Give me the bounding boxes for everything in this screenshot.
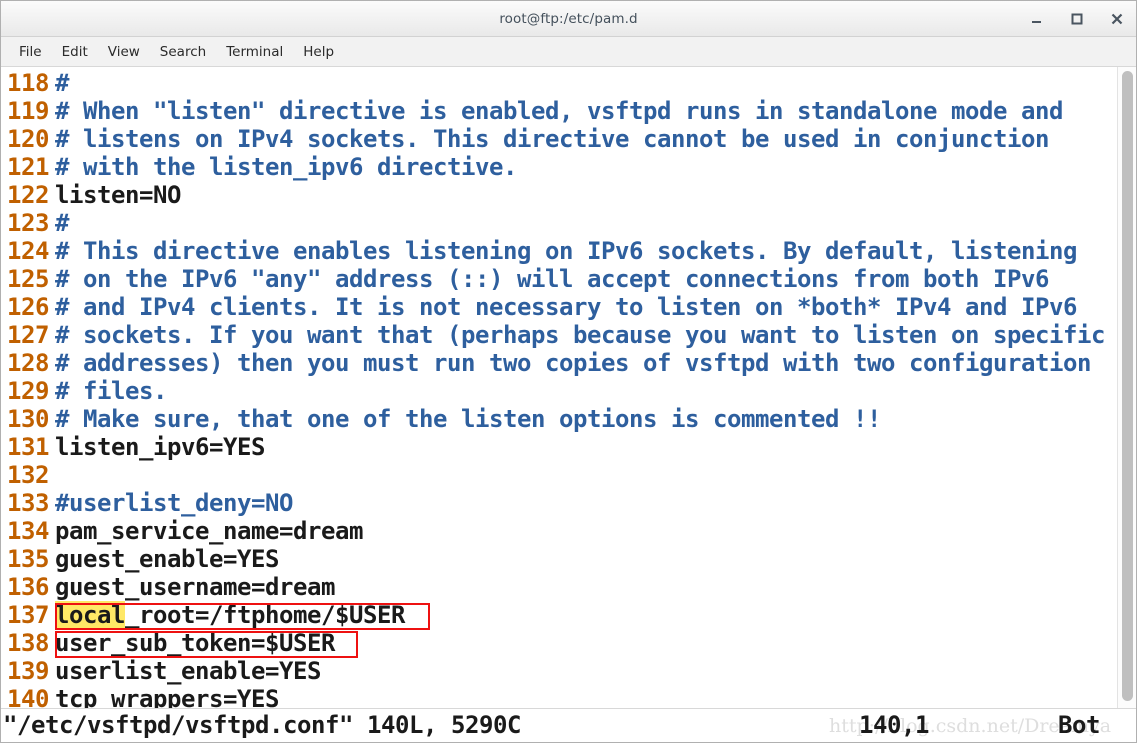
- terminal-body[interactable]: 118 #119 # When "listen" directive is enab…: [1, 67, 1136, 708]
- line-number: 137: [7, 601, 49, 629]
- line-text: tcp_wrappers=YES: [55, 685, 279, 708]
- editor-line: 128 # addresses) then you must run two co…: [1, 349, 1105, 377]
- menu-item-edit[interactable]: Edit: [52, 41, 98, 63]
- editor-line: 136 guest_username=dream: [1, 573, 1105, 601]
- line-number: 122: [7, 181, 49, 209]
- line-text: # with the listen_ipv6 directive.: [55, 153, 517, 181]
- line-number: 125: [7, 265, 49, 293]
- line-text: # on the IPv6 "any" address (::) will ac…: [55, 265, 1049, 293]
- line-number: 120: [7, 125, 49, 153]
- menu-item-file[interactable]: File: [9, 41, 52, 63]
- editor-lines: 118 #119 # When "listen" directive is enab…: [1, 69, 1105, 708]
- line-text: # This directive enables listening on IP…: [55, 237, 1077, 265]
- editor-line: 124 # This directive enables listening on…: [1, 237, 1105, 265]
- editor-line: 133 #userlist_deny=NO: [1, 489, 1105, 517]
- line-number: 129: [7, 377, 49, 405]
- editor-line: 137 local_root=/ftphome/$USER: [1, 601, 1105, 629]
- line-text: guest_enable=YES: [55, 545, 279, 573]
- editor-line: 138 user_sub_token=$USER: [1, 629, 1105, 657]
- status-bar: http://blog.csdn.net/Dreamya "/etc/vsftp…: [1, 708, 1136, 742]
- editor-line: 130 # Make sure, that one of the listen o…: [1, 405, 1105, 433]
- menu-item-view[interactable]: View: [98, 41, 150, 63]
- terminal-window: root@ftp:/etc/pam.d File Edit View Searc…: [0, 0, 1137, 743]
- line-number: 123: [7, 209, 49, 237]
- line-text: # listens on IPv4 sockets. This directiv…: [55, 125, 1049, 153]
- line-text: userlist_enable=YES: [55, 657, 321, 685]
- editor-line: 119 # When "listen" directive is enabled,…: [1, 97, 1105, 125]
- line-text: #: [55, 209, 69, 237]
- line-number: 139: [7, 657, 49, 685]
- window-title: root@ftp:/etc/pam.d: [499, 10, 638, 27]
- status-file-info: "/etc/vsftpd/vsftpd.conf" 140L, 5290C: [3, 711, 521, 739]
- editor-line: 134 pam_service_name=dream: [1, 517, 1105, 545]
- editor-line: 140 tcp_wrappers=YES: [1, 685, 1105, 708]
- menu-item-terminal[interactable]: Terminal: [216, 41, 293, 63]
- status-cursor-position: 140,1: [859, 711, 929, 739]
- line-text: listen=NO: [55, 181, 181, 209]
- editor-line: 132: [1, 461, 1105, 489]
- editor-line: 139 userlist_enable=YES: [1, 657, 1105, 685]
- line-number: 126: [7, 293, 49, 321]
- editor-line: 127 # sockets. If you want that (perhaps …: [1, 321, 1105, 349]
- editor-line: 131 listen_ipv6=YES: [1, 433, 1105, 461]
- menu-item-help[interactable]: Help: [293, 41, 344, 63]
- line-number: 140: [7, 685, 49, 708]
- editor-line: 126 # and IPv4 clients. It is not necessa…: [1, 293, 1105, 321]
- editor-line: 121 # with the listen_ipv6 directive.: [1, 153, 1105, 181]
- search-highlight: local: [55, 601, 125, 629]
- editor-line: 125 # on the IPv6 "any" address (::) will…: [1, 265, 1105, 293]
- editor-line: 122 listen=NO: [1, 181, 1105, 209]
- line-text: guest_username=dream: [55, 573, 335, 601]
- line-text: # files.: [55, 377, 167, 405]
- menu-bar: File Edit View Search Terminal Help: [1, 37, 1136, 67]
- line-number: 128: [7, 349, 49, 377]
- line-text: local_root=/ftphome/$USER: [55, 601, 405, 629]
- status-scroll-state: Bot: [1058, 711, 1100, 739]
- window-controls: [1026, 1, 1128, 36]
- scrollbar-thumb[interactable]: [1122, 71, 1133, 701]
- line-text: #userlist_deny=NO: [55, 489, 293, 517]
- editor-viewport[interactable]: 118 #119 # When "listen" directive is enab…: [1, 67, 1118, 708]
- menu-item-search[interactable]: Search: [150, 41, 216, 63]
- editor-line: 120 # listens on IPv4 sockets. This direc…: [1, 125, 1105, 153]
- line-number: 127: [7, 321, 49, 349]
- line-number: 138: [7, 629, 49, 657]
- line-number: 124: [7, 237, 49, 265]
- editor-line: 129 # files.: [1, 377, 1105, 405]
- line-number: 134: [7, 517, 49, 545]
- line-text: pam_service_name=dream: [55, 517, 363, 545]
- line-text: listen_ipv6=YES: [55, 433, 265, 461]
- line-text: user_sub_token=$USER: [55, 629, 335, 657]
- line-number: 132: [7, 461, 49, 489]
- editor-line: 123 #: [1, 209, 1105, 237]
- title-bar: root@ftp:/etc/pam.d: [1, 1, 1136, 37]
- maximize-icon[interactable]: [1066, 8, 1088, 30]
- line-number: 131: [7, 433, 49, 461]
- line-number: 135: [7, 545, 49, 573]
- editor-line: 118 #: [1, 69, 1105, 97]
- vertical-scrollbar[interactable]: [1117, 67, 1136, 708]
- line-text: # Make sure, that one of the listen opti…: [55, 405, 881, 433]
- line-text: #: [55, 69, 69, 97]
- line-number: 119: [7, 97, 49, 125]
- editor-line: 135 guest_enable=YES: [1, 545, 1105, 573]
- line-number: 136: [7, 573, 49, 601]
- minimize-icon[interactable]: [1026, 8, 1048, 30]
- line-text: # When "listen" directive is enabled, vs…: [55, 97, 1063, 125]
- line-number: 118: [7, 69, 49, 97]
- close-icon[interactable]: [1106, 8, 1128, 30]
- line-text: # sockets. If you want that (perhaps bec…: [55, 321, 1105, 349]
- line-number: 130: [7, 405, 49, 433]
- line-text: # addresses) then you must run two copie…: [55, 349, 1091, 377]
- line-number: 121: [7, 153, 49, 181]
- line-text: # and IPv4 clients. It is not necessary …: [55, 293, 1077, 321]
- line-number: 133: [7, 489, 49, 517]
